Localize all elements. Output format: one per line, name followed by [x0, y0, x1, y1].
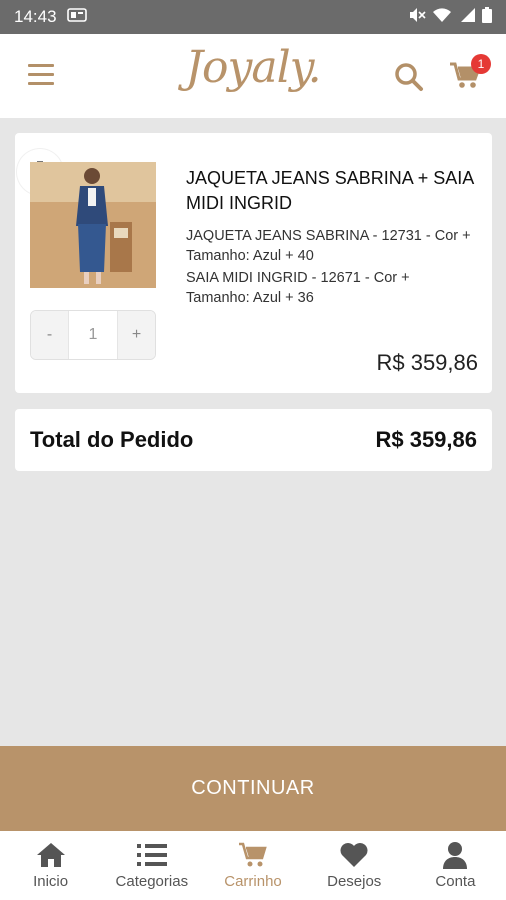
product-image[interactable]	[30, 162, 156, 288]
user-icon	[440, 841, 470, 869]
product-variant-1: JAQUETA JEANS SABRINA - 12731 - Cor + Ta…	[186, 228, 471, 264]
quantity-value[interactable]: 1	[68, 311, 118, 359]
heart-icon	[339, 841, 369, 869]
nav-item-account[interactable]: Conta	[405, 831, 506, 900]
signal-icon	[458, 7, 476, 28]
app-header: Joyaly.	[0, 34, 506, 118]
wifi-icon	[432, 7, 452, 28]
nav-item-cart[interactable]: Carrinho	[202, 831, 303, 900]
gallery-icon	[66, 7, 87, 27]
search-button[interactable]	[393, 61, 425, 93]
mute-icon	[408, 7, 426, 28]
battery-icon	[482, 6, 492, 28]
order-total-label: Total do Pedido	[30, 427, 194, 452]
search-icon	[395, 63, 423, 91]
order-total-card: Total do Pedido R$ 359,86	[15, 409, 492, 471]
cart-icon	[238, 841, 268, 869]
bottom-navigation: Inicio Categorias Carrinho Desejos Conta	[0, 831, 506, 900]
list-icon	[136, 841, 167, 869]
nav-item-wishlist[interactable]: Desejos	[304, 831, 405, 900]
nav-item-home[interactable]: Inicio	[0, 831, 101, 900]
home-icon	[36, 841, 66, 869]
continue-button[interactable]: CONTINUAR	[0, 746, 506, 831]
nav-label: Inicio	[33, 873, 69, 890]
status-bar: 14:43	[0, 0, 506, 34]
nav-label: Conta	[435, 873, 476, 890]
brand-logo[interactable]: Joyaly.	[0, 42, 506, 93]
product-variant-2: SAIA MIDI INGRID - 12671 - Cor + Tamanho…	[186, 270, 410, 306]
status-time: 14:43	[14, 7, 57, 26]
decrement-button[interactable]: -	[31, 311, 68, 359]
item-price: R$ 359,86	[376, 350, 478, 375]
product-title[interactable]: JAQUETA JEANS SABRINA + SAIA MIDI INGRID	[186, 166, 476, 216]
quantity-stepper: - 1 +	[30, 310, 156, 360]
cart-count-badge: 1	[471, 54, 491, 74]
increment-button[interactable]: +	[118, 311, 155, 359]
nav-label: Categorias	[115, 873, 189, 890]
nav-label: Desejos	[327, 873, 382, 890]
order-total-value: R$ 359,86	[375, 427, 477, 452]
nav-item-categories[interactable]: Categorias	[101, 831, 202, 900]
nav-label: Carrinho	[224, 873, 282, 890]
